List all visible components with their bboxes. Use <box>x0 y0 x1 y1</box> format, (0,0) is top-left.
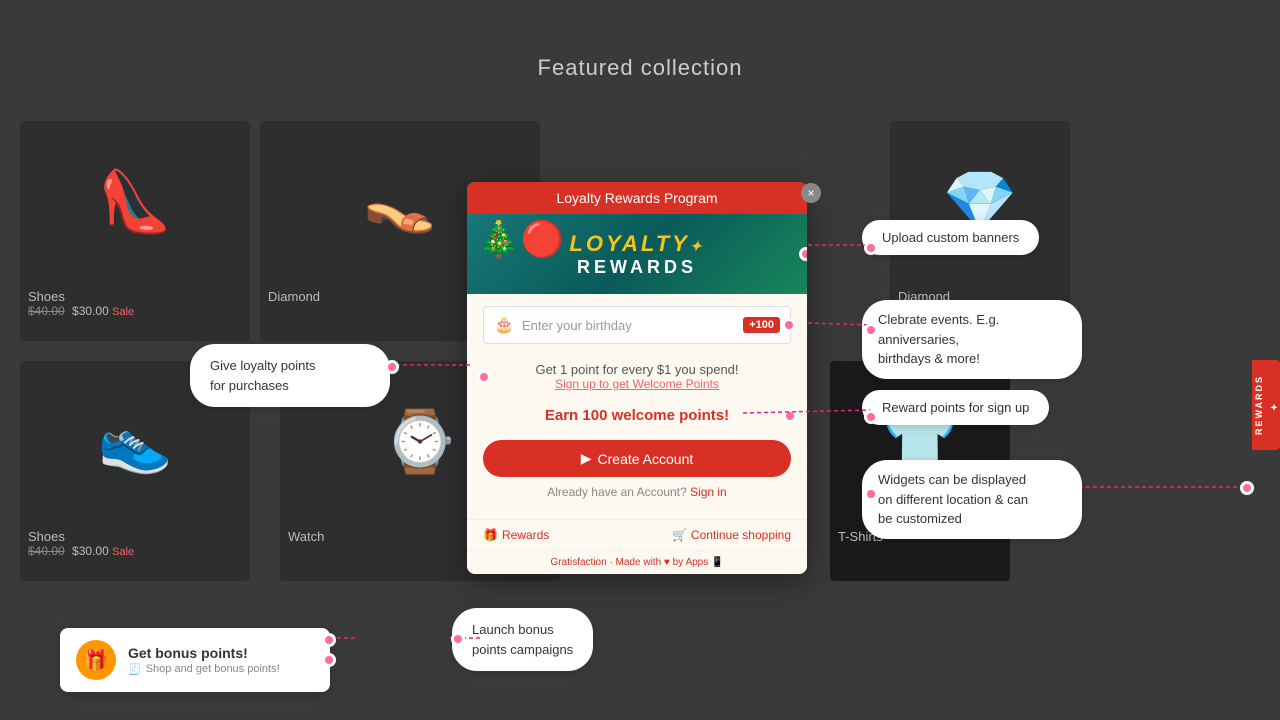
banner-text-block: LOYALTY✦ REWARDS <box>569 231 704 278</box>
sign-in-link[interactable]: Sign in <box>690 485 727 499</box>
continue-shopping-link[interactable]: 🛒 Continue shopping <box>672 528 791 542</box>
welcome-points-row: Earn 100 welcome points! <box>483 399 791 432</box>
loyalty-modal: Loyalty Rewards Program 🎄🔴 LOYALTY✦ REWA… <box>467 182 807 574</box>
page-title: Featured collection <box>0 0 1280 81</box>
continue-shopping-label: Continue shopping <box>691 528 791 542</box>
reward-points-dot <box>864 410 878 424</box>
powered-made: · Made with ♥ by <box>609 557 683 568</box>
bonus-widget-connector-dot <box>322 653 336 667</box>
powered-brand: Gratisfaction <box>551 557 607 568</box>
powered-apps-logo: 📱 <box>711 557 723 568</box>
launch-bonus-text: Launch bonuspoints campaigns <box>472 622 573 657</box>
celebrate-events-dot <box>864 323 878 337</box>
banner-loyalty-text: LOYALTY✦ <box>569 231 704 257</box>
welcome-connector-dot <box>783 409 797 423</box>
rewards-link[interactable]: 🎁 Rewards <box>483 528 549 542</box>
upload-banners-dot <box>864 241 878 255</box>
product-price: $40.00 $30.00 Sale <box>28 544 242 558</box>
product-image: 👠 <box>20 121 250 281</box>
already-account-text: Already have an Account? Sign in <box>483 485 791 499</box>
callout-launch-bonus: Launch bonuspoints campaigns <box>452 608 593 671</box>
points-earn-dot <box>477 370 491 384</box>
banner-rewards-text: REWARDS <box>569 257 704 278</box>
birthday-badge: +100 <box>743 317 780 333</box>
modal-header: Loyalty Rewards Program <box>467 182 807 214</box>
rewards-tab-container[interactable]: REWARDS ✦ <box>1252 360 1280 440</box>
callout-celebrate-events: Clebrate events. E.g.anniversaries,birth… <box>862 300 1082 379</box>
rewards-tab-label: REWARDS <box>1254 375 1264 435</box>
banner-star-icon: ✦ <box>690 238 705 254</box>
welcome-points-text: Earn 100 welcome points! <box>483 407 791 424</box>
launch-bonus-dot <box>451 632 465 646</box>
points-earn-row: Get 1 point for every $1 you spend! Sign… <box>483 354 791 399</box>
give-points-dot <box>385 360 399 374</box>
bonus-icon: 🎁 <box>76 640 116 680</box>
product-price: $40.00 $30.00 Sale <box>28 304 242 318</box>
product-card-shoes: 👠 Shoes $40.00 $30.00 Sale <box>20 121 250 341</box>
widgets-text: Widgets can be displayedon different loc… <box>878 472 1028 526</box>
product-image: 💎 <box>890 121 1070 281</box>
modal-footer-links: 🎁 Rewards 🛒 Continue shopping <box>467 519 807 550</box>
gift-icon: 🎁 <box>84 648 109 673</box>
powered-apps: Apps <box>685 557 708 568</box>
product-name: Shoes <box>28 289 242 304</box>
callout-upload-banners: Upload custom banners <box>862 220 1039 255</box>
banner-decoration: 🎄🔴 <box>477 219 564 260</box>
give-points-text: Give loyalty pointsfor purchases <box>210 358 316 393</box>
receipt-icon: 🧾 <box>128 663 142 676</box>
bonus-title: Get bonus points! <box>128 645 280 661</box>
birthday-placeholder[interactable]: Enter your birthday <box>522 318 735 333</box>
product-info: Shoes $40.00 $30.00 Sale <box>20 521 250 566</box>
celebrate-text: Clebrate events. E.g.anniversaries,birth… <box>878 312 999 366</box>
widgets-dot <box>864 487 878 501</box>
callout-give-points: Give loyalty pointsfor purchases <box>190 344 390 407</box>
modal-close-button[interactable]: × <box>801 183 821 203</box>
rewards-link-label: Rewards <box>502 528 549 542</box>
modal-body: 🎂 Enter your birthday +100 Get 1 point f… <box>467 294 807 519</box>
birthday-connector-dot <box>782 318 796 332</box>
widgets-right-dot <box>1240 481 1254 495</box>
bonus-subtitle-text: Shop and get bonus points! <box>146 663 280 675</box>
bonus-subtitle: 🧾 Shop and get bonus points! <box>128 663 280 676</box>
rewards-tab-star: ✦ <box>1268 399 1278 411</box>
sign-up-link[interactable]: Sign up to get Welcome Points <box>483 377 791 391</box>
create-account-label: Create Account <box>598 451 694 467</box>
birthday-icon: 🎂 <box>494 315 514 335</box>
modal-powered-by: Gratisfaction · Made with ♥ by Apps 📱 <box>467 550 807 574</box>
create-account-button[interactable]: ▶ Create Account <box>483 440 791 477</box>
points-earn-text: Get 1 point for every $1 you spend! <box>483 362 791 377</box>
gift-icon: 🎁 <box>483 528 498 542</box>
cart-icon: 🛒 <box>672 528 687 542</box>
callout-reward-points: Reward points for sign up <box>862 390 1049 425</box>
play-icon: ▶ <box>581 450 592 467</box>
modal-banner: 🎄🔴 LOYALTY✦ REWARDS <box>467 214 807 294</box>
bonus-text: Get bonus points! 🧾 Shop and get bonus p… <box>128 645 280 676</box>
close-icon: × <box>807 186 814 200</box>
product-name: Shoes <box>28 529 242 544</box>
bonus-widget-dot <box>322 633 336 647</box>
callout-widgets: Widgets can be displayedon different loc… <box>862 460 1082 539</box>
modal-title: Loyalty Rewards Program <box>556 190 717 206</box>
reward-points-text: Reward points for sign up <box>882 400 1029 415</box>
bonus-points-widget: 🎁 Get bonus points! 🧾 Shop and get bonus… <box>60 628 330 692</box>
rewards-tab[interactable]: REWARDS ✦ <box>1252 360 1280 450</box>
product-info: Shoes $40.00 $30.00 Sale <box>20 281 250 326</box>
banner-right-dot <box>799 247 807 261</box>
callout-text: Upload custom banners <box>882 230 1019 245</box>
birthday-row: 🎂 Enter your birthday +100 <box>483 306 791 344</box>
